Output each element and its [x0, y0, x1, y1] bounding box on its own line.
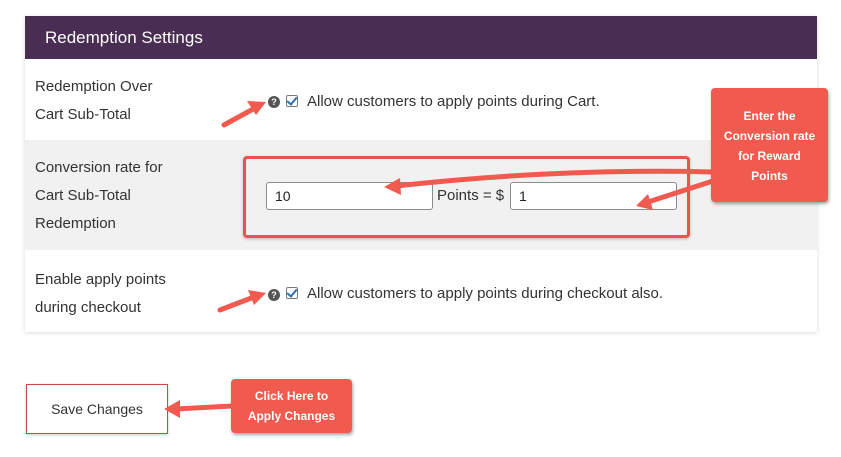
arrowhead-points [384, 178, 401, 195]
callout-line: Apply Changes [247, 409, 336, 423]
arrow-to-checkout-checkbox [217, 294, 257, 313]
arrow-to-save-button [173, 403, 235, 412]
annotation-arrows [164, 101, 719, 418]
callout-line: for Reward [738, 149, 801, 163]
apply-changes-callout: Click Here to Apply Changes [231, 379, 352, 433]
callout-line: Enter the [743, 109, 796, 123]
callout-line: Points [751, 169, 788, 183]
arrowhead-save [164, 400, 180, 418]
callout-line: Click Here to [254, 389, 329, 403]
arrow-to-points-input [393, 168, 715, 189]
conversion-rate-callout: Enter the Conversion rate for Reward Poi… [711, 88, 828, 202]
arrowhead-dollar [636, 194, 653, 210]
callout-line: Conversion rate [723, 129, 816, 143]
arrow-to-cart-checkbox [221, 105, 258, 128]
arrow-to-dollar-input [645, 177, 719, 205]
